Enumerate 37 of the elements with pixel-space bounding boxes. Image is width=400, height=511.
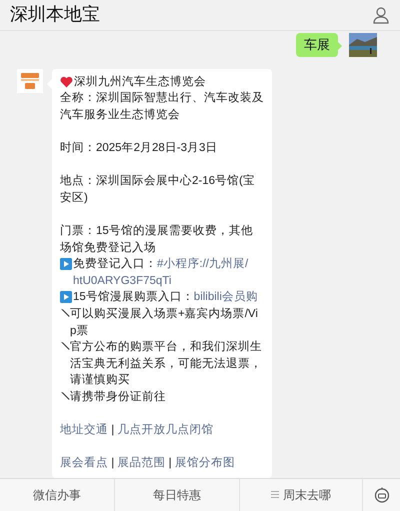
link[interactable]: 展馆分布图: [174, 457, 235, 470]
message-text: 请携带身份证前往: [70, 390, 166, 403]
link[interactable]: #小程序://九州展/: [157, 258, 248, 270]
message-text: 地点：深圳国际会展中心2-16号馆(宝安区): [60, 175, 255, 204]
link[interactable]: 展会看点: [60, 457, 108, 470]
chat-title: 深圳本地宝: [10, 3, 100, 26]
message-text: 免费登记入口：: [73, 258, 157, 270]
link[interactable]: bilibili会员购: [194, 291, 258, 304]
pencil-icon: [60, 308, 70, 318]
message-text: 可以购买漫展入场票+嘉宾内场票/Vip票: [70, 308, 258, 337]
message-text: |: [168, 457, 173, 470]
play-icon: [60, 291, 72, 304]
heart-icon: [60, 76, 73, 88]
profile-icon[interactable]: [372, 6, 390, 24]
logo-icon: [17, 68, 43, 93]
menu-button[interactable]: 周末去哪: [240, 478, 363, 511]
menu-button[interactable]: 每日特惠: [115, 478, 240, 511]
message-text: 门票：15号馆的漫展需要收费，其他场馆免费登记入场: [60, 224, 253, 254]
play-icon: [60, 258, 72, 270]
message-text: 时间：2025年2月28日-3月3日: [60, 142, 218, 154]
message-text: 15号馆漫展购票入口：: [73, 291, 194, 304]
menu-button[interactable]: 微信办事: [0, 478, 115, 511]
message-text: 深圳九州汽车生态博览会: [74, 76, 206, 88]
bubble-tail: [337, 40, 342, 51]
pencil-icon: [60, 390, 70, 401]
list-icon: [271, 491, 279, 498]
link[interactable]: 地址交通: [60, 424, 108, 436]
message-bubble: 车展: [296, 32, 338, 57]
link[interactable]: 展品范围: [117, 457, 166, 470]
keyboard-icon[interactable]: [374, 486, 390, 503]
pencil-icon: [60, 341, 70, 352]
message-text: 全称：深圳国际智慧出行、汽车改装及汽车服务业生态博览会: [60, 92, 264, 121]
link[interactable]: 几点开放几点闭馆: [117, 424, 214, 436]
message-text: |: [110, 457, 116, 470]
link[interactable]: htU0ARYG3F75qTi: [73, 274, 172, 287]
message-text: |: [110, 424, 116, 436]
message-text: 官方公布的购票平台，和我们深圳生活宝典无利益关系，可能无法退票，请谨慎购买: [70, 341, 262, 386]
